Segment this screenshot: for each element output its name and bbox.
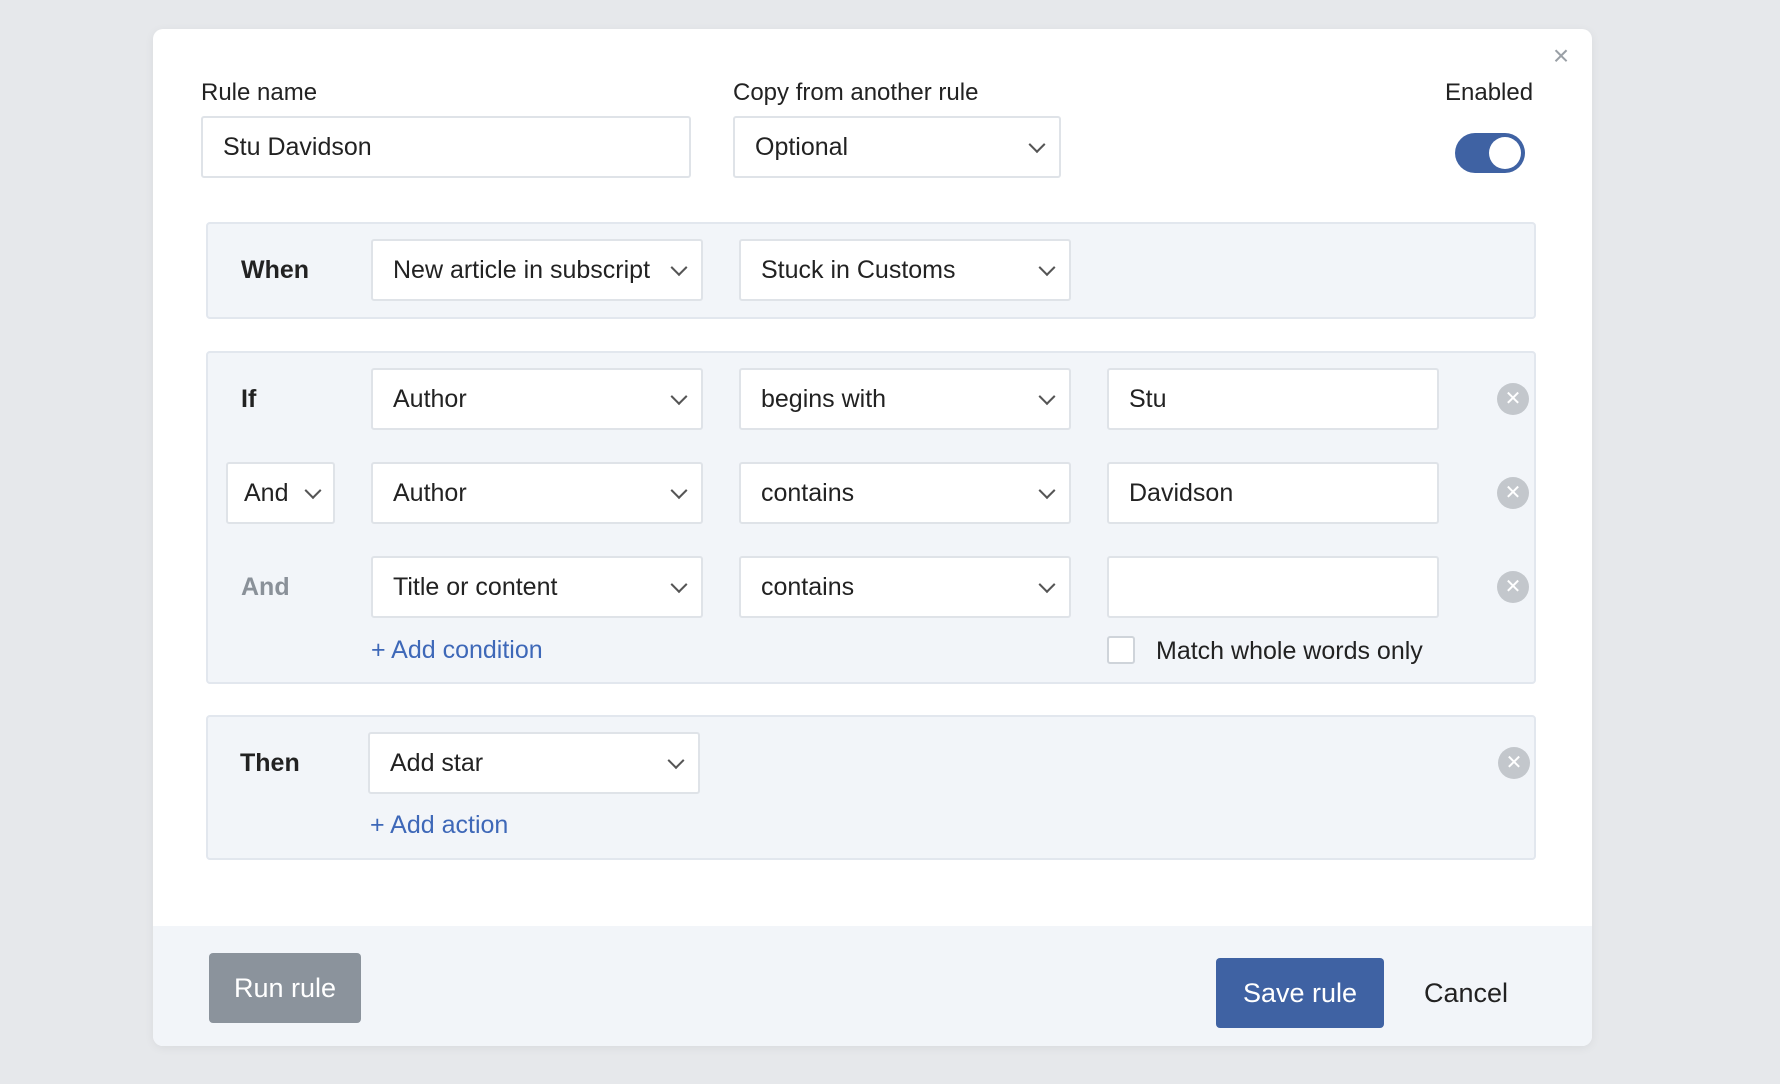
conditions-section: If Author begins with Stu ✕ And Author c… (206, 351, 1536, 684)
chevron-down-icon (1038, 259, 1056, 277)
when-trigger-select[interactable]: New article in subscript (371, 239, 703, 301)
when-label: When (241, 256, 310, 284)
condition-field-value: Title or content (393, 573, 558, 601)
chevron-down-icon (667, 752, 685, 770)
condition-value-input[interactable]: Davidson (1107, 462, 1439, 524)
match-whole-words-checkbox[interactable] (1107, 636, 1135, 664)
condition-operator-select[interactable]: contains (739, 462, 1071, 524)
run-rule-button[interactable]: Run rule (209, 953, 361, 1023)
and-label: And (241, 573, 290, 601)
chevron-down-icon (1038, 482, 1056, 500)
action-value: Add star (390, 749, 484, 777)
chevron-down-icon (670, 576, 688, 594)
match-whole-words-label: Match whole words only (1156, 637, 1423, 665)
when-section: When New article in subscript Stuck in C… (206, 222, 1536, 319)
condition-operator-select[interactable]: contains (739, 556, 1071, 618)
rule-name-input[interactable]: Stu Davidson (201, 116, 691, 178)
chevron-down-icon (304, 482, 322, 500)
copy-rule-select[interactable]: Optional (733, 116, 1061, 178)
condition-field-value: Author (393, 385, 467, 413)
remove-action-icon[interactable]: ✕ (1498, 747, 1530, 779)
enabled-label: Enabled (1445, 79, 1534, 106)
condition-connector-value: And (244, 479, 289, 507)
chevron-down-icon (1028, 136, 1046, 154)
condition-field-value: Author (393, 479, 467, 507)
chevron-down-icon (670, 388, 688, 406)
enabled-toggle[interactable] (1455, 133, 1525, 173)
condition-operator-value: contains (761, 479, 855, 507)
action-select[interactable]: Add star (368, 732, 700, 794)
then-section: Then Add star ✕ + Add action (206, 715, 1536, 860)
toggle-knob (1489, 137, 1521, 169)
close-icon[interactable]: × (1548, 42, 1574, 70)
rule-name-label: Rule name (201, 79, 318, 106)
when-target-value: Stuck in Customs (761, 256, 956, 284)
chevron-down-icon (670, 482, 688, 500)
add-condition-link[interactable]: + Add condition (371, 636, 543, 665)
chevron-down-icon (1038, 576, 1056, 594)
if-label: If (241, 385, 257, 413)
chevron-down-icon (1038, 388, 1056, 406)
condition-value-input[interactable] (1107, 556, 1439, 618)
remove-condition-icon[interactable]: ✕ (1497, 477, 1529, 509)
remove-condition-icon[interactable]: ✕ (1497, 383, 1529, 415)
condition-value-input[interactable]: Stu (1107, 368, 1439, 430)
when-trigger-value: New article in subscript (393, 256, 651, 284)
copy-rule-label: Copy from another rule (733, 79, 979, 106)
copy-rule-value: Optional (755, 133, 849, 161)
cancel-button[interactable]: Cancel (1401, 958, 1531, 1028)
condition-field-select[interactable]: Author (371, 462, 703, 524)
rule-dialog: × Rule name Stu Davidson Copy from anoth… (153, 29, 1592, 1046)
save-rule-button[interactable]: Save rule (1216, 958, 1384, 1028)
condition-field-select[interactable]: Title or content (371, 556, 703, 618)
condition-field-select[interactable]: Author (371, 368, 703, 430)
chevron-down-icon (670, 259, 688, 277)
condition-operator-value: contains (761, 573, 855, 601)
condition-operator-value: begins with (761, 385, 887, 413)
condition-connector-select[interactable]: And (226, 462, 335, 524)
when-target-select[interactable]: Stuck in Customs (739, 239, 1071, 301)
then-label: Then (240, 749, 300, 777)
remove-condition-icon[interactable]: ✕ (1497, 571, 1529, 603)
add-action-link[interactable]: + Add action (370, 811, 508, 840)
condition-operator-select[interactable]: begins with (739, 368, 1071, 430)
dialog-footer: Run rule Save rule Cancel (153, 926, 1592, 1046)
